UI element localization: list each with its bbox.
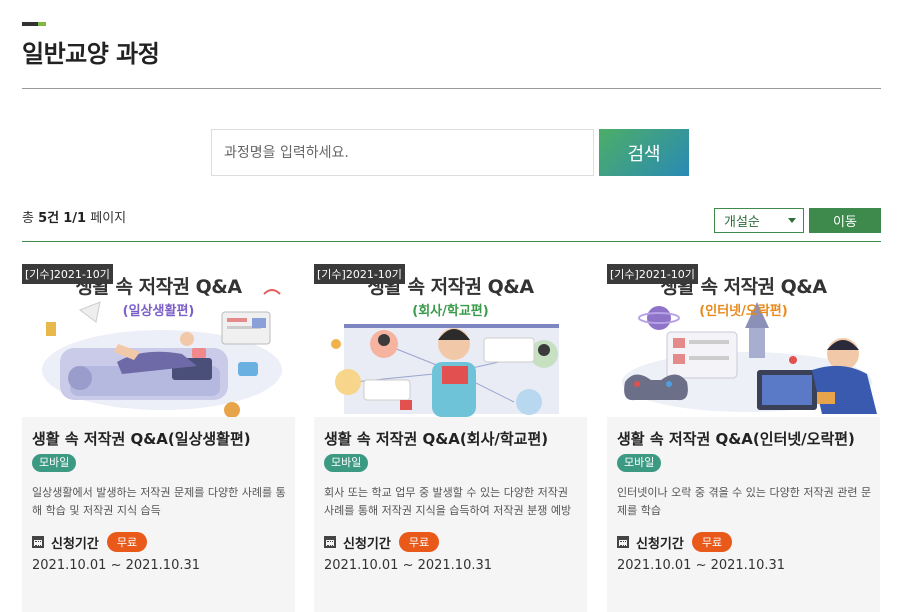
mobile-badge: 모바일	[32, 453, 77, 472]
thumbnail-subtitle: (일상생활편)	[122, 304, 195, 319]
course-title[interactable]: 생활 속 저작권 Q&A(인터넷/오락편) 모바일	[617, 428, 873, 474]
result-pages-suffix: 페이지	[90, 211, 127, 226]
chevron-down-icon	[788, 218, 796, 223]
course-card[interactable]: 생활 속 저작권 Q&A (일상생활편) [기수]2021-10기 생활 속 저…	[22, 262, 295, 612]
course-card[interactable]: 생활 속 저작권 Q&A (회사/학교편) [기수]2021-10기 생활 속 …	[314, 262, 587, 612]
course-title[interactable]: 생활 속 저작권 Q&A(회사/학교편) 모바일	[324, 428, 580, 474]
result-pages: 1/1	[63, 211, 87, 226]
result-total-count: 5건	[38, 211, 60, 226]
course-title[interactable]: 생활 속 저작권 Q&A(일상생활편) 모바일	[32, 428, 288, 474]
result-count: 총 5건 1/1 페이지	[22, 207, 126, 226]
search-button[interactable]: 검색	[599, 129, 689, 176]
period-dates: 2021.10.01 ~ 2021.10.31	[617, 558, 786, 573]
price-badge: 무료	[691, 532, 733, 552]
course-title-text: 생활 속 저작권 Q&A(회사/학교편)	[324, 430, 549, 448]
thumbnail-subtitle: (인터넷/오락편)	[699, 304, 788, 319]
term-tag: [기수]2021-10기	[22, 264, 113, 284]
result-total-prefix: 총	[22, 211, 34, 226]
period-label: 신청기간	[636, 536, 684, 552]
period-label: 신청기간	[51, 536, 99, 552]
price-badge: 무료	[106, 532, 148, 552]
search-input[interactable]	[211, 129, 594, 176]
course-thumbnail[interactable]: 생활 속 저작권 Q&A (회사/학교편) [기수]2021-10기	[314, 262, 587, 417]
course-title-text: 생활 속 저작권 Q&A(일상생활편)	[32, 430, 251, 448]
calendar-icon	[617, 536, 629, 548]
list-divider	[22, 241, 881, 242]
move-button[interactable]: 이동	[809, 208, 881, 233]
course-thumbnail[interactable]: 생활 속 저작권 Q&A (인터넷/오락편) [기수]2021-10기	[607, 262, 880, 417]
course-card[interactable]: 생활 속 저작권 Q&A (인터넷/오락편) [기수]2021-10기 생활 속…	[607, 262, 880, 612]
course-description: 회사 또는 학교 업무 중 발생할 수 있는 다양한 저작권 사례를 통해 저작…	[324, 486, 572, 517]
term-tag: [기수]2021-10기	[607, 264, 698, 284]
course-title-text: 생활 속 저작권 Q&A(인터넷/오락편)	[617, 430, 855, 448]
calendar-icon	[324, 536, 336, 548]
period-dates: 2021.10.01 ~ 2021.10.31	[324, 558, 493, 573]
period-dates: 2021.10.01 ~ 2021.10.31	[32, 558, 201, 573]
page-title: 일반교양 과정	[22, 40, 160, 68]
mobile-badge: 모바일	[617, 453, 662, 472]
title-accent	[22, 22, 46, 26]
course-description: 인터넷이나 오락 중 겪을 수 있는 다양한 저작권 관련 문제를 학습	[617, 486, 872, 517]
term-tag: [기수]2021-10기	[314, 264, 405, 284]
title-divider	[22, 88, 881, 89]
sort-select[interactable]: 개설순	[714, 208, 804, 233]
calendar-icon	[32, 536, 44, 548]
mobile-badge: 모바일	[324, 453, 369, 472]
price-badge: 무료	[398, 532, 440, 552]
thumbnail-subtitle: (회사/학교편)	[412, 304, 489, 319]
course-thumbnail[interactable]: 생활 속 저작권 Q&A (일상생활편) [기수]2021-10기	[22, 262, 295, 417]
sort-select-value: 개설순	[724, 215, 760, 230]
course-description: 일상생활에서 발생하는 저작권 문제를 다양한 사례를 통해 학습 및 저작권 …	[32, 486, 286, 517]
period-label: 신청기간	[343, 536, 391, 552]
